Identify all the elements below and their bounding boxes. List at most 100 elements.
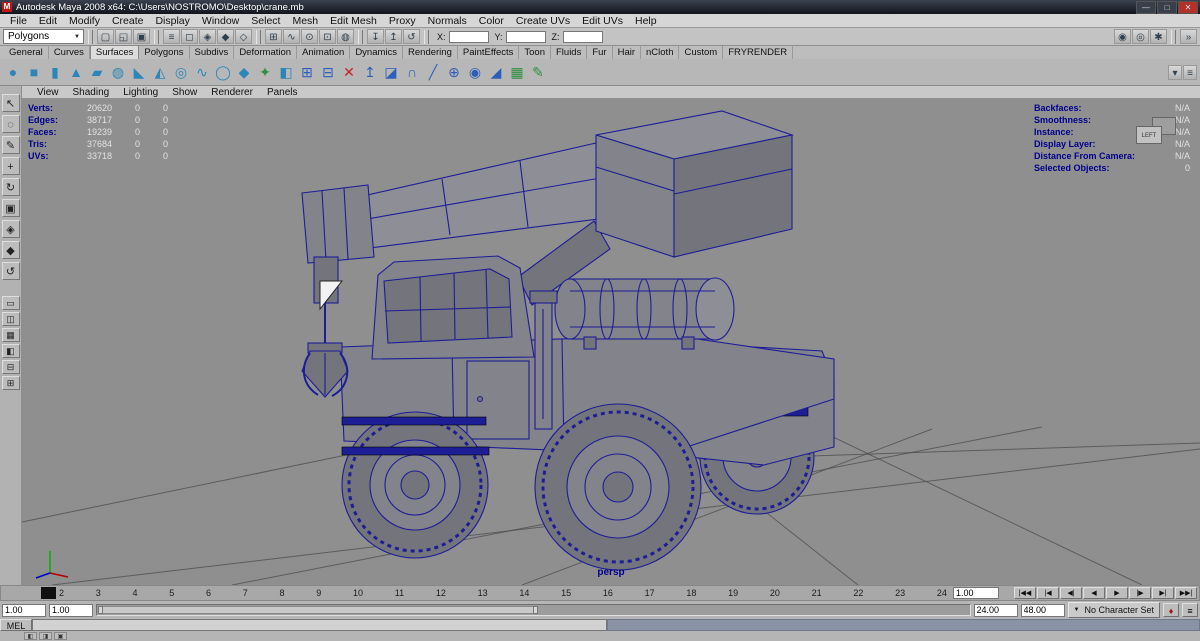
menu-item[interactable]: Create	[106, 15, 150, 27]
crane-model[interactable]	[301, 110, 835, 571]
shelf-overflow-icon[interactable]: ▾	[1168, 64, 1182, 80]
wedge-icon[interactable]: ◢	[486, 61, 506, 83]
make-live-icon[interactable]: ◍	[337, 29, 354, 44]
mel-command-input[interactable]	[32, 619, 607, 631]
shelf-tab[interactable]: Toon	[519, 46, 551, 59]
menu-item[interactable]: Modify	[63, 15, 106, 27]
menu-item[interactable]: Mesh	[286, 15, 324, 27]
time-slider[interactable]: 23456789101112131415161718192021222324 |…	[0, 585, 1200, 601]
polygon-cone-icon[interactable]: ▲	[66, 61, 86, 83]
shelf-tab[interactable]: General	[4, 46, 49, 59]
shelf-tab[interactable]: Hair	[613, 46, 642, 59]
auto-keyframe-toggle-button[interactable]: ♦	[1163, 603, 1179, 617]
current-time-field[interactable]	[953, 587, 999, 599]
current-frame-marker[interactable]	[41, 587, 56, 599]
menu-item[interactable]: Proxy	[383, 15, 422, 27]
combine-icon[interactable]: ⊞	[297, 61, 317, 83]
save-scene-icon[interactable]: ▣	[133, 29, 150, 44]
playback-range-inner[interactable]	[98, 606, 535, 614]
shelf-tab[interactable]: FRYRENDER	[723, 46, 794, 59]
menu-item[interactable]: Edit Mesh	[324, 15, 383, 27]
play-backwards-button[interactable]: ◀	[1083, 587, 1105, 599]
view-cube[interactable]: LEFT	[1136, 117, 1184, 147]
playback-start-field[interactable]	[49, 603, 93, 617]
polygon-pyramid-icon[interactable]: ◭	[150, 61, 170, 83]
delete-faces-icon[interactable]: ✕	[339, 61, 359, 83]
select-hierarchy-icon[interactable]: ≡	[163, 29, 180, 44]
smooth-icon[interactable]: ◉	[465, 61, 485, 83]
shelf-tab[interactable]: Rendering	[403, 46, 458, 59]
quick-layout-button-2[interactable]: ◨	[39, 632, 52, 640]
select-tool-icon[interactable]: ↖	[1, 94, 20, 112]
step-forward-key-button[interactable]: |▶	[1129, 587, 1151, 599]
open-scene-icon[interactable]: ◱	[115, 29, 132, 44]
shelf-tab[interactable]: Fur	[587, 46, 613, 59]
menu-item[interactable]: Window	[196, 15, 245, 27]
hypershade-layout-button[interactable]: ⊞	[1, 376, 20, 390]
polygon-torus-icon[interactable]: ◍	[108, 61, 128, 83]
animation-end-field[interactable]	[1020, 603, 1065, 617]
render-settings-icon[interactable]: ✱	[1150, 29, 1167, 44]
play-forwards-button[interactable]: ▶	[1106, 587, 1128, 599]
sculpt-geometry-icon[interactable]: ✦	[255, 61, 275, 83]
menu-item[interactable]: Help	[629, 15, 663, 27]
menu-item[interactable]: Display	[149, 15, 195, 27]
polygon-platonic-solid-icon[interactable]: ◆	[234, 61, 254, 83]
output-connections-icon[interactable]: ↥	[385, 29, 402, 44]
uv-texture-editor-icon[interactable]: ▦	[507, 61, 527, 83]
x-coordinate-input[interactable]	[448, 30, 489, 43]
lasso-select-tool-icon[interactable]: ◌	[1, 115, 20, 133]
bridge-icon[interactable]: ∩	[402, 61, 422, 83]
playback-end-field[interactable]	[973, 603, 1018, 617]
panel-menu-item[interactable]: Renderer	[204, 87, 260, 98]
animation-start-field[interactable]	[2, 603, 46, 617]
highlight-selection-icon[interactable]: ◇	[235, 29, 252, 44]
last-tool-icon[interactable]: ↺	[1, 262, 20, 280]
panel-menu-item[interactable]: Show	[165, 87, 204, 98]
mel-toggle-button[interactable]: MEL	[0, 619, 32, 631]
go-to-start-button[interactable]: |◀◀	[1014, 587, 1036, 599]
extrude-icon[interactable]: ↥	[360, 61, 380, 83]
character-set-selector[interactable]: ▼ No Character Set	[1067, 602, 1160, 618]
mirror-geometry-icon[interactable]: ◧	[276, 61, 296, 83]
panel-menu-item[interactable]: Panels	[260, 87, 305, 98]
shelf-tab[interactable]: Custom	[679, 46, 724, 59]
view-cube-left-face[interactable]: LEFT	[1136, 126, 1162, 144]
scale-tool-icon[interactable]: ▣	[1, 199, 20, 217]
shelf-tab[interactable]: nCloth	[641, 46, 680, 59]
menu-item[interactable]: Edit UVs	[576, 15, 629, 27]
snap-to-point-icon[interactable]: ⊙	[301, 29, 318, 44]
viewport[interactable]: Verts: 20620 0 0 Edges: 38717 0 0 Faces:…	[22, 99, 1200, 585]
two-pane-layout-button[interactable]: ◫	[1, 312, 20, 326]
shelf-tab[interactable]: Deformation	[234, 46, 298, 59]
step-back-key-button[interactable]: ◀|	[1060, 587, 1082, 599]
playback-range-bar[interactable]	[96, 604, 971, 616]
shelf-tab[interactable]: Fluids	[551, 46, 588, 59]
four-pane-layout-button[interactable]: ▦	[1, 328, 20, 342]
shelf-tab[interactable]: Polygons	[139, 46, 190, 59]
paint-effects-icon[interactable]: ✎	[528, 61, 548, 83]
menu-item[interactable]: Select	[245, 15, 286, 27]
input-connections-icon[interactable]: ↧	[367, 29, 384, 44]
panel-menu-item[interactable]: Lighting	[116, 87, 165, 98]
shelf-tab[interactable]: PaintEffects	[458, 46, 520, 59]
menu-item[interactable]: Create UVs	[510, 15, 576, 27]
bevel-icon[interactable]: ◪	[381, 61, 401, 83]
single-pane-layout-button[interactable]: ▭	[1, 296, 20, 310]
go-to-end-button[interactable]: ▶▶|	[1175, 587, 1197, 599]
shelf-tab[interactable]: Animation	[297, 46, 351, 59]
step-back-frame-button[interactable]: |◀	[1037, 587, 1059, 599]
snap-to-grid-icon[interactable]: ⊞	[265, 29, 282, 44]
shelf-editor-icon[interactable]: ≡	[1183, 64, 1197, 80]
quick-layout-button-1[interactable]: ◧	[24, 632, 37, 640]
paint-select-tool-icon[interactable]: ✎	[1, 136, 20, 154]
range-end-handle[interactable]	[533, 606, 539, 614]
select-object-icon[interactable]: ◻	[181, 29, 198, 44]
z-coordinate-input[interactable]	[562, 30, 603, 43]
polygon-sphere-icon[interactable]: ●	[3, 61, 23, 83]
y-coordinate-input[interactable]	[505, 30, 546, 43]
toggle-sidebar-icon[interactable]: »	[1180, 29, 1197, 44]
range-start-handle[interactable]	[98, 606, 103, 614]
universal-manipulator-icon[interactable]: ◈	[1, 220, 20, 238]
menu-item[interactable]: Color	[473, 15, 510, 27]
